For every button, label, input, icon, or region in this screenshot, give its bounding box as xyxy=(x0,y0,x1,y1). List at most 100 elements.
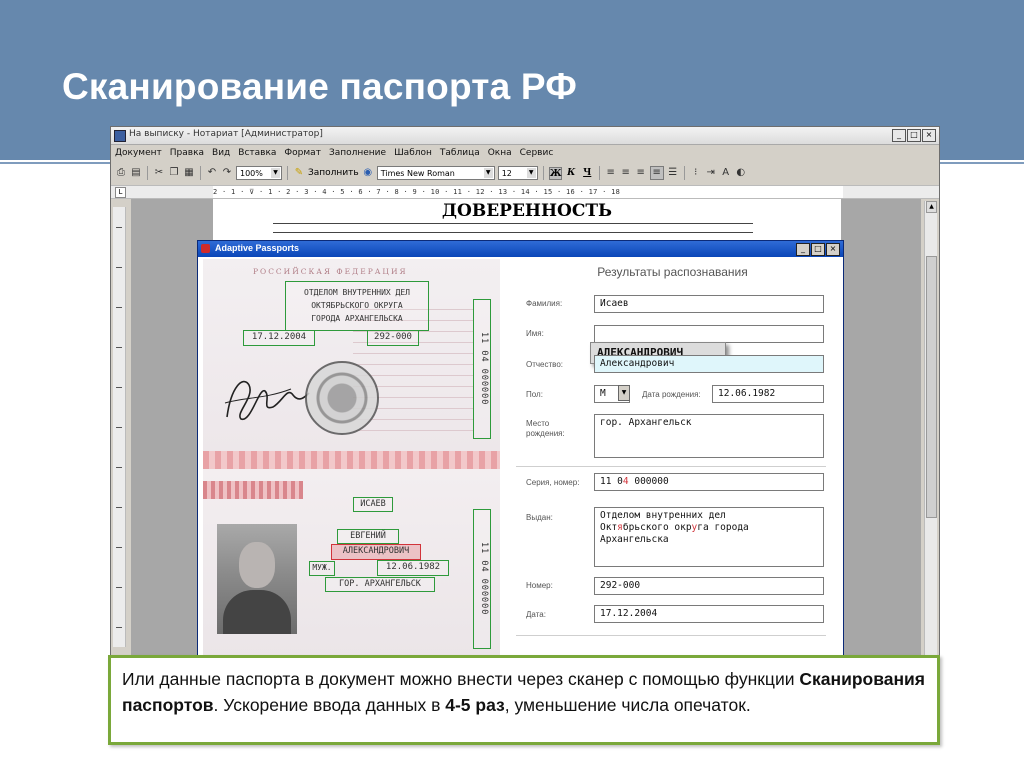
document-heading: ДОВЕРЕННОСТЬ xyxy=(441,201,613,221)
passport-photo xyxy=(217,524,297,634)
number-label: Номер: xyxy=(526,581,553,590)
scroll-up-icon[interactable]: ▲ xyxy=(926,201,937,213)
series-number-field[interactable]: 11 04 000000 xyxy=(594,473,824,491)
menu-edit[interactable]: Правка xyxy=(166,148,208,158)
chevron-down-icon[interactable]: ▼ xyxy=(618,385,630,401)
editor-window-title: На выписку - Нотариат [Администратор] xyxy=(129,129,323,139)
division-code-field[interactable]: 292-000 xyxy=(594,577,824,595)
font-name-value: Times New Roman xyxy=(380,169,455,178)
ruler-tick xyxy=(116,307,122,308)
line-spacing-icon[interactable]: ☰ xyxy=(667,167,679,179)
menu-insert[interactable]: Вставка xyxy=(234,148,280,158)
close-button[interactable]: × xyxy=(826,243,840,256)
minimize-button[interactable]: _ xyxy=(892,129,906,142)
toolbar-separator xyxy=(147,166,148,180)
font-size-value: 12 xyxy=(501,169,512,178)
highlight-icon[interactable]: ◐ xyxy=(735,167,747,179)
menu-windows[interactable]: Окна xyxy=(484,148,516,158)
results-divider xyxy=(516,635,826,636)
issue-date-field[interactable]: 17.12.2004 xyxy=(594,605,824,623)
app-icon xyxy=(114,130,126,142)
vertical-ruler[interactable] xyxy=(113,207,126,647)
minimize-button[interactable]: _ xyxy=(796,243,810,256)
ruler-tick xyxy=(116,227,122,228)
align-right-icon[interactable]: ≡ xyxy=(635,167,647,179)
photo-face xyxy=(239,542,275,588)
caption-text-3: , уменьшение числа опечаток. xyxy=(504,695,751,715)
bold-button[interactable]: Ж xyxy=(548,166,562,180)
menu-table[interactable]: Таблица xyxy=(436,148,484,158)
ruler-tick xyxy=(116,627,122,628)
menu-service[interactable]: Сервис xyxy=(516,148,558,158)
close-button[interactable]: × xyxy=(922,129,936,142)
zoom-value: 100% xyxy=(240,169,263,178)
zoom-select[interactable]: 100% ▼ xyxy=(236,166,282,180)
cut-icon[interactable]: ✂ xyxy=(153,167,165,179)
dialog-title: Adaptive Passports xyxy=(215,243,300,253)
detected-sex-box: МУЖ. xyxy=(309,561,335,576)
underline-button[interactable]: Ч xyxy=(581,167,594,180)
menu-document[interactable]: Документ xyxy=(111,148,166,158)
chevron-down-icon: ▼ xyxy=(271,168,280,178)
caption-bold-speedup: 4-5 раз xyxy=(445,695,505,715)
results-divider xyxy=(516,466,826,467)
tab-stop-icon[interactable]: L xyxy=(115,187,126,198)
detected-division-code-box: 292-000 xyxy=(367,330,419,346)
issued-by-field[interactable]: Отделом внутренних дел Октябрьского округ… xyxy=(594,507,824,567)
menu-template[interactable]: Шаблон xyxy=(390,148,436,158)
birthdate-field[interactable]: 12.06.1982 xyxy=(712,385,824,403)
maximize-button[interactable]: □ xyxy=(811,243,825,256)
italic-button[interactable]: К xyxy=(565,167,578,180)
paste-icon[interactable]: ▦ xyxy=(183,167,195,179)
preview-icon[interactable]: ▤ xyxy=(130,167,142,179)
align-left-icon[interactable]: ≡ xyxy=(605,167,617,179)
fill-icon: ✎ xyxy=(294,167,304,178)
series-text: 11 0 xyxy=(600,476,623,487)
name-label: Имя: xyxy=(526,329,544,338)
surname-field[interactable]: Исаев xyxy=(594,295,824,313)
editor-titlebar: На выписку - Нотариат [Администратор] _ … xyxy=(111,127,939,145)
horizontal-ruler[interactable]: L 2 · 1 · ⊽ · 1 · 2 · 3 · 4 · 5 · 6 · 7 … xyxy=(111,185,939,199)
font-color-icon[interactable]: A xyxy=(720,167,732,179)
align-center-icon[interactable]: ≡ xyxy=(620,167,632,179)
undo-icon[interactable]: ↶ xyxy=(206,167,218,179)
detected-series-box-bottom: 11 04 000000 xyxy=(473,509,491,649)
redo-icon[interactable]: ↷ xyxy=(221,167,233,179)
font-name-select[interactable]: Times New Roman ▼ xyxy=(376,166,495,180)
series-text-rest: 000000 xyxy=(628,476,669,487)
justify-icon[interactable]: ≡ xyxy=(649,166,664,180)
menu-fill[interactable]: Заполнение xyxy=(325,148,390,158)
passport-fold xyxy=(203,451,500,469)
toolbar-separator xyxy=(287,166,288,180)
name-field[interactable] xyxy=(594,325,824,343)
list-icon[interactable]: ⁝ xyxy=(690,167,702,179)
ruler-labels: 2 · 1 · ⊽ · 1 · 2 · 3 · 4 · 5 · 6 · 7 · … xyxy=(213,188,621,196)
detected-patronymic-box: АЛЕКСАНДРОВИЧ xyxy=(331,544,421,560)
menu-format[interactable]: Формат xyxy=(280,148,325,158)
fill-button[interactable]: Заполнить xyxy=(308,168,359,178)
series-label: Серия, номер: xyxy=(526,478,580,487)
patronymic-field[interactable]: Александрович xyxy=(594,355,824,373)
document-rule-lines xyxy=(273,223,753,233)
results-title: Результаты распознавания xyxy=(597,265,748,279)
scroll-thumb[interactable] xyxy=(926,256,937,518)
vertical-scrollbar[interactable]: ▲ xyxy=(924,201,937,657)
detected-surname-box: ИСАЕВ xyxy=(353,497,393,512)
maximize-button[interactable]: □ xyxy=(907,129,921,142)
birthdate-label: Дата рождения: xyxy=(642,390,701,399)
ruler-tick xyxy=(116,467,122,468)
stamp-seal xyxy=(305,361,379,435)
ruler-tick xyxy=(116,547,122,548)
help-icon[interactable]: ◉ xyxy=(362,167,374,179)
print-icon[interactable]: ⎙ xyxy=(115,167,127,179)
copy-icon[interactable]: ❐ xyxy=(168,167,180,179)
indent-icon[interactable]: ⇥ xyxy=(705,167,717,179)
formatting-toolbar: ⎙ ▤ ✂ ❐ ▦ ↶ ↷ 100% ▼ ✎ Заполнить ◉ Times … xyxy=(111,163,939,183)
patronymic-label: Отчество: xyxy=(526,360,563,369)
birthplace-field[interactable]: гор. Архангельск xyxy=(594,414,824,458)
ruler-tick xyxy=(116,387,122,388)
menu-view[interactable]: Вид xyxy=(208,148,234,158)
ruler-tick xyxy=(116,587,122,588)
menubar: Документ Правка Вид Вставка Формат Запол… xyxy=(111,145,939,161)
font-size-select[interactable]: 12 ▼ xyxy=(497,166,538,180)
